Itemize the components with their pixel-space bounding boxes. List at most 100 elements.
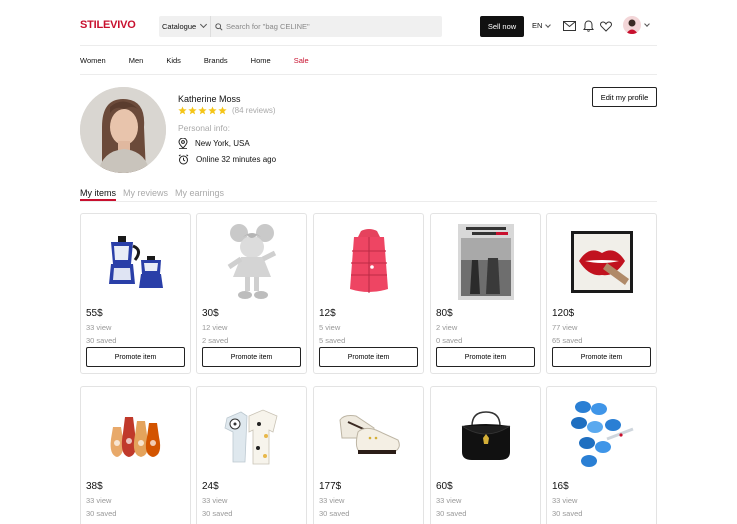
reviews-count[interactable]: (84 reviews) [232, 106, 276, 115]
catalogue-dropdown[interactable]: Catalogue [159, 16, 211, 37]
promote-item-button[interactable]: Promote item [436, 347, 535, 367]
nav-item-home[interactable]: Home [251, 56, 271, 65]
tabs-divider [80, 201, 657, 202]
item-price: 30$ [202, 308, 219, 319]
profile-photo [80, 87, 166, 173]
bell-icon[interactable] [581, 19, 595, 33]
item-card[interactable]: 55$ 33 view 30 saved Promote item [80, 213, 191, 374]
item-saved: 30 saved [202, 509, 233, 518]
item-card[interactable]: 12$ 5 view 5 saved Promote item [313, 213, 424, 374]
item-card[interactable]: 80$ 2 view 0 saved Promote item [430, 213, 541, 374]
star-icon [198, 106, 207, 115]
item-card[interactable]: 30$ 12 view 2 saved Promote item [196, 213, 307, 374]
baby-onesie-icon [207, 393, 297, 477]
tab-my-items[interactable]: My items [80, 188, 116, 201]
baby-sneakers-icon [324, 393, 414, 477]
language-label: EN [532, 21, 543, 30]
item-saved: 30 saved [552, 509, 583, 518]
blue-cups-icon [557, 393, 647, 477]
promote-item-button[interactable]: Promote item [202, 347, 301, 367]
item-card[interactable]: 177$ 33 view 30 saved [313, 386, 424, 524]
location-row: New York, USA [178, 138, 250, 149]
vases-icon [91, 393, 181, 477]
search-icon [212, 16, 226, 37]
item-saved: 0 saved [436, 336, 463, 345]
heart-icon[interactable] [599, 19, 613, 33]
profile-tabs: My items My reviews My earnings [80, 188, 231, 201]
item-views: 5 view [319, 323, 341, 332]
item-views: 77 view [552, 323, 578, 332]
item-saved: 2 saved [202, 336, 229, 345]
chevron-down-icon [199, 20, 208, 29]
black-bag-icon [441, 393, 531, 477]
location-text: New York, USA [195, 139, 250, 148]
personal-info-label: Personal info: [178, 123, 230, 133]
item-price: 24$ [202, 481, 219, 492]
item-price: 80$ [436, 308, 453, 319]
item-price: 120$ [552, 308, 575, 319]
item-price: 55$ [86, 308, 103, 319]
item-views: 33 view [319, 496, 345, 505]
item-card[interactable]: 120$ 77 view 65 saved Promote item [546, 213, 657, 374]
pink-puffer-vest-icon [324, 220, 414, 304]
item-saved: 30 saved [319, 509, 350, 518]
search-bar: Catalogue [159, 16, 442, 37]
tab-my-earnings[interactable]: My earnings [175, 188, 224, 201]
nav-item-sale[interactable]: Sale [294, 56, 309, 65]
item-views: 33 view [436, 496, 462, 505]
item-views: 33 view [202, 496, 228, 505]
promote-item-button[interactable]: Promote item [552, 347, 651, 367]
nav-item-men[interactable]: Men [129, 56, 144, 65]
star-icon [208, 106, 217, 115]
item-views: 2 view [436, 323, 458, 332]
online-row: Online 32 minutes ago [178, 154, 276, 165]
star-icon [188, 106, 197, 115]
doisneau-book-icon [441, 220, 531, 304]
stilevivo-logo[interactable]: STILEVIVO [80, 19, 136, 31]
rating-stars: (84 reviews) [178, 106, 276, 115]
catalogue-label: Catalogue [162, 22, 197, 31]
item-price: 177$ [319, 481, 342, 492]
item-card[interactable]: 60$ 33 view 30 saved [430, 386, 541, 524]
item-price: 38$ [86, 481, 103, 492]
item-saved: 30 saved [86, 509, 117, 518]
item-price: 60$ [436, 481, 453, 492]
nav-item-kids[interactable]: Kids [166, 56, 181, 65]
mail-icon[interactable] [562, 19, 576, 33]
item-saved: 30 saved [86, 336, 117, 345]
item-views: 33 view [86, 323, 112, 332]
promote-item-button[interactable]: Promote item [319, 347, 418, 367]
promote-item-button[interactable]: Promote item [86, 347, 185, 367]
item-card[interactable]: 24$ 33 view 30 saved [196, 386, 307, 524]
header-divider [80, 45, 657, 46]
online-status-text: Online 32 minutes ago [196, 155, 277, 164]
item-views: 12 view [202, 323, 228, 332]
item-price: 16$ [552, 481, 569, 492]
minnie-statue-icon [207, 220, 297, 304]
item-views: 33 view [86, 496, 112, 505]
nav-divider [80, 74, 657, 75]
item-saved: 5 saved [319, 336, 346, 345]
nav-item-women[interactable]: Women [80, 56, 106, 65]
category-nav: Women Men Kids Brands Home Sale [80, 56, 332, 65]
location-pin-icon [178, 138, 188, 149]
chevron-down-icon [545, 21, 552, 28]
profile-name: Katherine Moss [178, 94, 241, 104]
tab-my-reviews[interactable]: My reviews [123, 188, 168, 201]
edit-profile-button[interactable]: Edit my profile [592, 87, 657, 107]
item-views: 33 view [552, 496, 578, 505]
item-price: 12$ [319, 308, 336, 319]
item-saved: 30 saved [436, 509, 467, 518]
lips-artwork-icon [557, 220, 647, 304]
language-selector[interactable]: EN [532, 21, 552, 30]
star-icon [178, 106, 187, 115]
item-card[interactable]: 16$ 33 view 30 saved [546, 386, 657, 524]
chevron-down-icon[interactable] [644, 21, 650, 27]
user-avatar[interactable] [623, 16, 641, 34]
search-input[interactable] [226, 22, 426, 31]
item-saved: 65 saved [552, 336, 583, 345]
sell-now-button[interactable]: Sell now [480, 16, 524, 37]
item-card[interactable]: 38$ 33 view 30 saved [80, 386, 191, 524]
nav-item-brands[interactable]: Brands [204, 56, 228, 65]
moka-pot-icon [91, 220, 181, 304]
